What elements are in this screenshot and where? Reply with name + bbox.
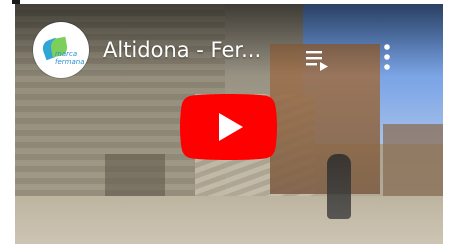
video-player[interactable]: marca fermana Altidona - Fer...: [15, 4, 443, 244]
video-thumbnail-person: [327, 154, 351, 219]
video-title[interactable]: Altidona - Fer...: [103, 37, 298, 63]
more-vert-icon[interactable]: [380, 42, 394, 72]
playlist-add-icon[interactable]: [305, 48, 331, 72]
video-thumbnail-building: [383, 124, 443, 204]
page: marca fermana Altidona - Fer...: [0, 0, 449, 244]
video-thumbnail-ground: [15, 196, 443, 244]
youtube-play-button[interactable]: [180, 93, 277, 161]
channel-avatar[interactable]: marca fermana: [33, 22, 89, 78]
avatar-logo-text: marca fermana: [55, 50, 85, 66]
